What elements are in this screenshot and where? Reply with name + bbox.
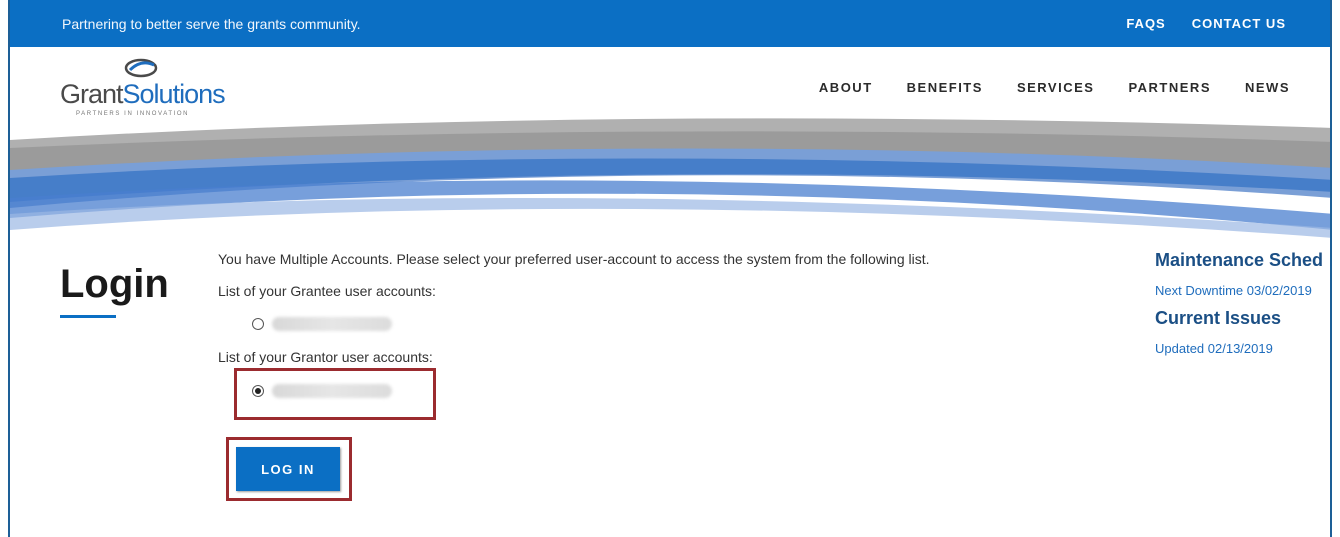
next-downtime-link[interactable]: Next Downtime 03/02/2019 — [1155, 283, 1330, 298]
logo-wordmark: GrantSolutions — [60, 79, 226, 110]
contact-us-link[interactable]: CONTACT US — [1192, 16, 1286, 31]
nav-item-benefits[interactable]: BENEFITS — [907, 80, 983, 95]
grantee-accounts-heading: List of your Grantee user accounts: — [218, 283, 436, 299]
title-underline — [60, 315, 116, 318]
nav-item-news[interactable]: NEWS — [1245, 80, 1290, 95]
grantsolutions-logo[interactable]: GrantSolutions PARTNERS IN INNOVATION — [60, 55, 240, 125]
logo-word-grant: Grant — [60, 79, 124, 109]
site-tagline: Partnering to better serve the grants co… — [62, 16, 361, 32]
nav-item-services[interactable]: SERVICES — [1017, 80, 1095, 95]
grantor-account-name-redacted[interactable] — [272, 384, 392, 398]
issues-updated-link[interactable]: Updated 02/13/2019 — [1155, 341, 1330, 356]
top-utility-bar: Partnering to better serve the grants co… — [10, 0, 1330, 47]
page-frame: Partnering to better serve the grants co… — [8, 0, 1332, 537]
nav-item-partners[interactable]: PARTNERS — [1128, 80, 1211, 95]
current-issues-heading: Current Issues — [1155, 308, 1282, 328]
status-sidebar: Maintenance Sched Next Downtime 03/02/20… — [1155, 250, 1330, 356]
grantee-account-radio[interactable] — [252, 318, 264, 330]
maintenance-schedule-heading: Maintenance Sched — [1155, 250, 1324, 270]
log-in-button[interactable]: LOG IN — [236, 447, 340, 491]
header-swoosh-banner — [10, 118, 1330, 238]
grantor-account-radio[interactable] — [252, 385, 264, 397]
utility-links: FAQS CONTACT US — [1126, 16, 1286, 31]
nav-item-about[interactable]: ABOUT — [819, 80, 873, 95]
account-instruction-text: You have Multiple Accounts. Please selec… — [218, 251, 930, 267]
main-nav: ABOUT BENEFITS SERVICES PARTNERS NEWS — [819, 80, 1290, 95]
faqs-link[interactable]: FAQS — [1126, 16, 1165, 31]
logo-tagline: PARTNERS IN INNOVATION — [76, 111, 190, 117]
logo-swirl-icon — [124, 58, 158, 78]
logo-word-solutions: Solutions — [122, 79, 226, 109]
grantor-accounts-heading: List of your Grantor user accounts: — [218, 349, 433, 365]
grantee-account-name-redacted[interactable] — [272, 317, 392, 331]
page-title: Login — [60, 262, 169, 306]
